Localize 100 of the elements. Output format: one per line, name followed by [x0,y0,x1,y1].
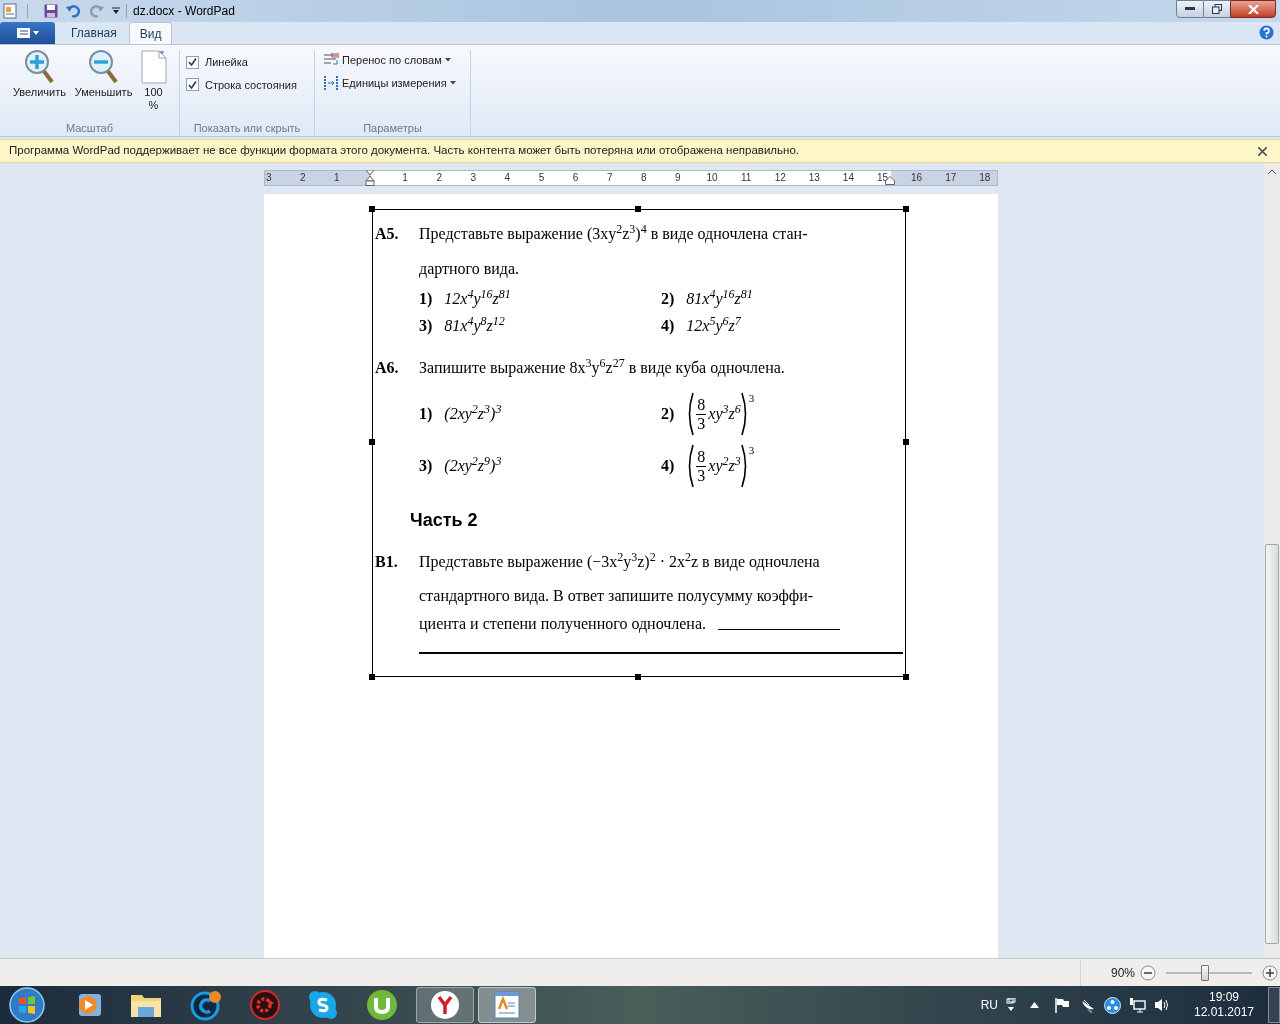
option-number: 4) [661,456,675,476]
start-button[interactable] [8,987,46,1023]
section-heading: Часть 2 [410,510,478,530]
menu-icon [16,28,39,38]
zoom-out-icon[interactable] [1140,964,1156,981]
network-icon[interactable] [1129,997,1146,1013]
question-text: дартного вида. [419,259,520,279]
close-button[interactable] [1230,0,1276,18]
resize-handle[interactable] [369,206,375,212]
help-icon[interactable] [1259,25,1274,40]
chat-bubble-icon[interactable] [308,990,338,1020]
actual-size-button[interactable]: 100 % [136,50,171,112]
caret-icon [449,80,456,85]
option-expression: (2xy$^{2}$z$^{9}$)$^{3}$ [444,456,502,476]
info-message: Программа WordPad поддерживает не все функции формата этого документа. Часть контента может быть потеряна или отображена неправильно. [9,143,800,159]
undo-icon[interactable] [66,4,81,18]
clock-date[interactable]: 12.01.2017 [1193,1005,1255,1020]
window-title: dz.docx - WordPad [133,3,235,20]
question-text: Запишите выражение 8x$^{3}$y$^{6}$z$^{27}$ в виде куба одночлена. [419,358,785,378]
resize-handle[interactable] [635,674,641,680]
satellite-dish-icon[interactable] [1080,997,1096,1013]
media-player-icon[interactable] [76,992,102,1018]
zoom-out-button[interactable]: Уменьшить [72,50,135,99]
resize-handle[interactable] [369,439,375,445]
indent-marker-icon[interactable] [365,170,375,186]
scroll-thumb[interactable] [1265,544,1279,944]
close-icon[interactable] [1258,146,1267,156]
option-number: 4) [661,316,675,336]
dropdown-button[interactable]: Единицы измерения [323,74,456,91]
option-expression: 12x$^{5}$y$^{6}$z$^{7}$ [686,316,741,336]
question-number: A5. [374,224,400,244]
option-expression: xy$^{3}$z$^{6}$ [708,404,741,424]
resize-handle[interactable] [903,439,909,445]
check-icon [188,80,197,89]
dropdown-button[interactable]: Перенос по словам [323,52,456,69]
save-icon[interactable] [44,4,58,18]
keyboard-layout-icon[interactable] [1006,998,1016,1012]
checkbox-label[interactable]: Строка состояния [205,76,297,93]
option-number: 1) [419,289,433,309]
speaker-icon[interactable] [1154,997,1170,1013]
measure-units-icon [323,75,339,90]
word-wrap-icon [323,53,339,68]
vertical-scrollbar[interactable] [1264,163,1280,958]
question-text: Представьте выражение (3xy$^{2}$z$^{3}$)$^{4}$ в виде одночлена стан- [419,224,808,244]
group-label: Масштаб [65,120,114,136]
slider-thumb[interactable] [1201,964,1210,981]
group-label: Показать или скрыть [193,120,301,136]
wordpad-icon [494,991,520,1019]
resize-handle[interactable] [903,206,909,212]
zoom-in-icon [24,50,55,84]
exponent: 3 [748,443,755,458]
ribbon-tab[interactable]: Вид [128,22,173,44]
resize-handle[interactable] [635,206,641,212]
restore-button[interactable] [1204,0,1230,18]
zoom-level: 90% [1110,964,1135,982]
caret-icon [444,58,451,63]
resize-handle[interactable] [903,674,909,680]
question-number: B1. [374,552,399,572]
show-hidden-icons-icon[interactable] [1030,1002,1039,1008]
taskbar-wordpad-button[interactable] [478,987,536,1023]
page-icon [140,50,167,84]
globe-icon[interactable] [1104,996,1121,1014]
option-expression: xy$^{2}$z$^{3}$ [708,456,741,476]
checkbox[interactable] [186,78,199,92]
customize-caret-icon[interactable] [112,7,120,15]
question-text: Представьте выражение (−3x$^{2}$y$^{3}$z)$^{2}$ · 2x$^{2}$z в виде одночлена [419,552,820,572]
show-desktop-button[interactable] [1268,987,1280,1023]
embedded-document-image[interactable] [372,209,906,677]
zoom-out-icon [88,50,119,84]
option-number: 3) [419,316,433,336]
minimize-icon [1185,7,1195,11]
option-number: 2) [661,289,675,309]
gear-icon[interactable] [250,990,280,1020]
group-label: Параметры [363,120,422,136]
zoom-in-button[interactable]: Увеличить [8,50,71,99]
resize-handle[interactable] [369,674,375,680]
ribbon-tab[interactable]: Главная [61,22,127,44]
question-text: циента и степени полученного одночлена. [419,614,707,634]
flag-icon[interactable] [1054,997,1070,1013]
scroll-up-icon[interactable] [1268,169,1276,175]
check-icon [188,58,197,67]
refresh-circle-icon[interactable] [190,989,222,1021]
zoom-in-icon[interactable] [1262,964,1278,981]
minimize-button[interactable] [1176,0,1204,18]
exponent: 3 [748,391,755,406]
checkbox-label[interactable]: Линейка [205,54,248,71]
clock-time[interactable]: 19:09 [1209,990,1239,1005]
torrent-icon[interactable] [366,989,398,1021]
fraction: 8 3 [696,447,707,485]
language-indicator[interactable]: RU [980,996,998,1014]
checkbox[interactable] [186,55,199,69]
app-menu-button[interactable] [0,22,55,44]
restore-icon [1212,4,1222,14]
option-expression: 81x$^{4}$y$^{16}$z$^{81}$ [686,289,753,309]
left-parenthesis-icon [686,392,695,436]
zoom-slider[interactable] [1166,964,1252,981]
option-number: 2) [661,404,675,424]
question-text: стандартного вида. В ответ запишите полусумму коэффи- [419,586,814,606]
ruler[interactable]: 3 2 1 1 2 3 4 5 6 7 8 9 10 11 12 13 14 15 16 17 18 [264,170,998,186]
taskbar-browser-button[interactable] [416,987,474,1023]
